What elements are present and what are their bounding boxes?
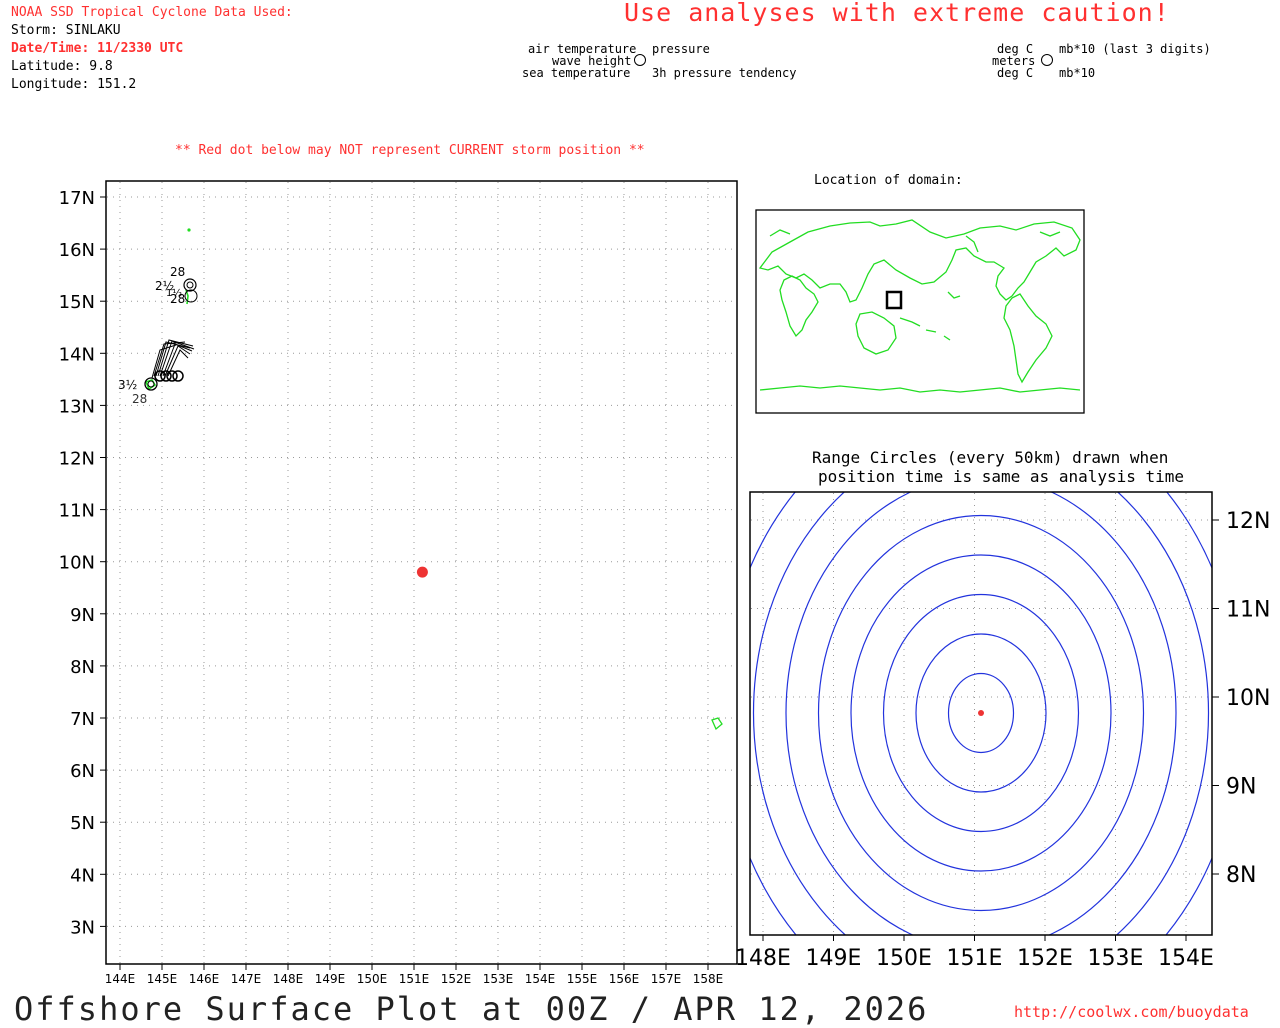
lon-tick-label: 152E [441,972,472,986]
lat-tick-label: 15N [59,292,95,313]
range-lat-tick-label: 10N [1226,686,1270,711]
lat-tick-label: 13N [59,396,95,417]
lon-tick-label: 144E [105,972,136,986]
range-lon-tick-label: 152E [1017,946,1073,971]
source-url[interactable]: http://coolwx.com/buoydata [1014,1003,1249,1021]
lat-tick-label: 9N [70,605,95,626]
station-saipan: 28 2½ 1½ 28 [155,265,198,306]
range-lon-tick-label: 148E [735,946,791,971]
range-lon-tick-label: 151E [947,946,1003,971]
range-storm-marker [978,710,984,716]
lon-tick-label: 149E [315,972,346,986]
station-guam-sea-temp: 28 [132,392,147,406]
range-map-lat-labels: 12N 11N 10N 9N 8N [1226,509,1270,888]
lon-tick-label: 145E [147,972,178,986]
island-farallon [187,228,191,232]
range-lat-tick-label: 8N [1226,863,1256,888]
lon-tick-label: 147E [231,972,262,986]
station-guam: 3½ 28 [118,339,195,406]
lat-tick-label: 11N [59,501,95,522]
domain-map-frame [755,209,1085,414]
station-guam-wave: 3½ [118,378,137,392]
wind-barbs [151,339,195,379]
lat-tick-label: 8N [70,657,95,678]
lon-tick-label: 156E [609,972,640,986]
main-map: 17N 16N 15N 14N 13N 12N 11N 10N 9N 8N 7N 6N 5N 4N 3N 1… [59,180,738,986]
lat-tick-label: 10N [59,553,95,574]
range-map-lon-labels: 148E 149E 150E 151E 152E 153E 154E [735,946,1214,971]
station-saipan-sea-temp: 28 [170,292,185,306]
lon-tick-label: 157E [651,972,682,986]
storm-position-marker [416,566,428,578]
range-lat-tick-label: 12N [1226,509,1270,534]
plot-title: Offshore Surface Plot at 00Z / APR 12, 2… [14,990,929,1028]
lat-tick-label: 16N [59,240,95,261]
domain-map [755,209,1085,414]
range-lon-tick-label: 150E [876,946,932,971]
lat-tick-label: 3N [70,917,95,938]
station-saipan-air-temp: 28 [170,265,185,279]
map-canvas: 17N 16N 15N 14N 13N 12N 11N 10N 9N 8N 7N 6N 5N 4N 3N 1… [59,180,1270,986]
range-lon-tick-label: 153E [1088,946,1144,971]
lon-tick-label: 146E [189,972,220,986]
lon-tick-label: 155E [567,972,598,986]
lat-tick-label: 4N [70,865,95,886]
range-map: 12N 11N 10N 9N 8N 148E 149E 150E 151E 152E 153E 15… [735,491,1270,971]
main-map-lat-labels: 17N 16N 15N 14N 13N 12N 11N 10N 9N 8N 7N 6N 5N 4N 3N [59,188,95,938]
lon-tick-label: 150E [357,972,388,986]
lon-tick-label: 153E [483,972,514,986]
lon-tick-label: 158E [693,972,724,986]
island-pohnpei [711,717,723,731]
range-map-grid [751,493,1219,941]
lat-tick-label: 7N [70,709,95,730]
lat-tick-label: 17N [59,188,95,209]
range-lat-tick-label: 9N [1226,775,1256,800]
lon-tick-label: 151E [399,972,430,986]
range-lat-tick-label: 11N [1226,598,1270,623]
main-map-lon-labels: 144E 145E 146E 147E 148E 149E 150E 151E 152E 153E… [105,972,724,986]
lon-tick-label: 148E [273,972,304,986]
lat-tick-label: 12N [59,449,95,470]
lon-tick-label: 154E [525,972,556,986]
lat-tick-label: 6N [70,761,95,782]
range-lon-tick-label: 154E [1158,946,1214,971]
lat-tick-label: 14N [59,344,95,365]
lat-tick-label: 5N [70,813,95,834]
range-lon-tick-label: 149E [806,946,862,971]
